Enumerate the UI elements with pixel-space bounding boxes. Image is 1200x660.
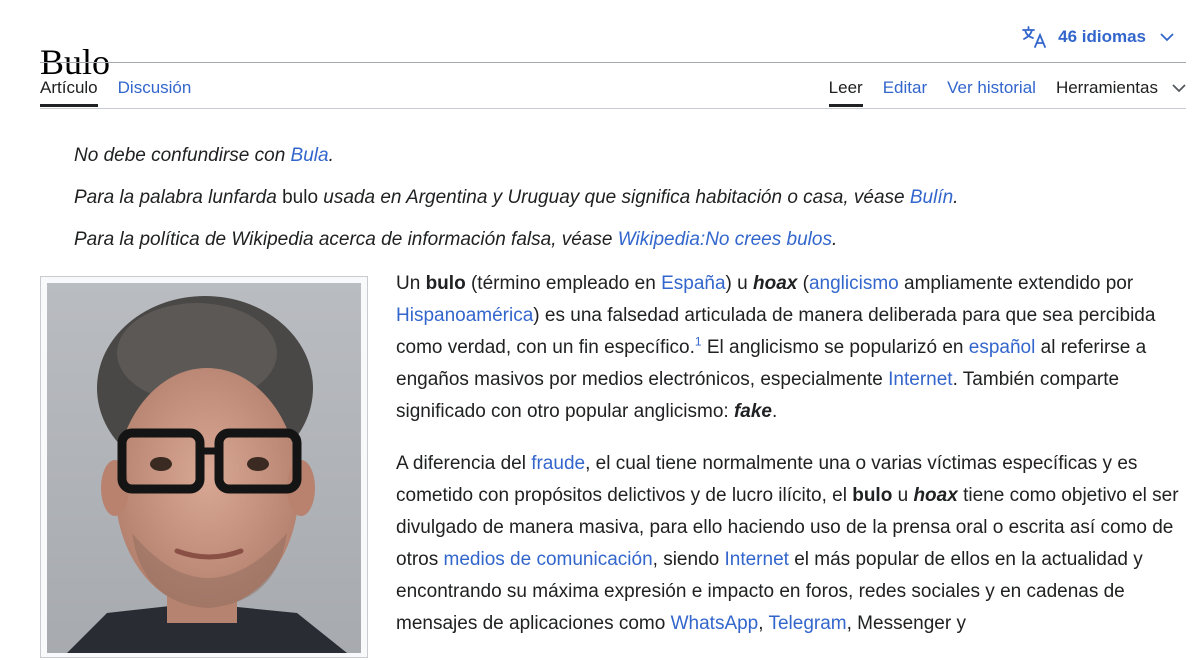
link-espana[interactable]: España	[661, 273, 725, 294]
tab-edit[interactable]: Editar	[883, 76, 927, 107]
article-body: Un bulo (término empleado en España) u h…	[396, 268, 1186, 660]
paragraph-difference: A diferencia del fraude, el cual tiene n…	[396, 453, 1179, 634]
portrait-photo[interactable]	[47, 283, 361, 653]
tab-history[interactable]: Ver historial	[947, 76, 1036, 107]
tools-menu[interactable]: Herramientas	[1056, 76, 1186, 107]
link-internet-2[interactable]: Internet	[724, 549, 788, 570]
link-telegram[interactable]: Telegram	[768, 613, 846, 634]
tabs-divider	[40, 108, 1186, 109]
link-hispanoamerica[interactable]: Hispanoamérica	[396, 305, 533, 326]
link-bula[interactable]: Bula	[291, 145, 329, 166]
tab-read[interactable]: Leer	[828, 76, 863, 107]
link-no-crees-bulos[interactable]: Wikipedia:No crees bulos	[618, 229, 832, 250]
title-divider	[40, 62, 1186, 63]
tools-label: Herramientas	[1055, 78, 1158, 97]
chevron-down-icon	[1160, 32, 1174, 41]
infobox-image-frame	[40, 276, 368, 658]
language-selector-button[interactable]: 46 idiomas	[1022, 26, 1186, 48]
hatnote-bula: No debe confundirse con Bula.	[74, 145, 334, 166]
link-whatsapp[interactable]: WhatsApp	[671, 613, 759, 634]
view-tabs: Leer Editar Ver historial Herramientas	[809, 76, 1186, 107]
translate-icon	[1022, 26, 1047, 48]
namespace-tabs: Artículo Discusión	[40, 76, 211, 107]
link-bulin[interactable]: Bulín	[910, 187, 953, 208]
tab-article[interactable]: Artículo	[40, 76, 98, 107]
reference-1[interactable]: 1	[695, 335, 702, 349]
languages-label: 46 idiomas	[1058, 27, 1146, 46]
link-espanol[interactable]: español	[969, 337, 1036, 358]
link-fraude[interactable]: fraude	[531, 453, 585, 474]
link-internet[interactable]: Internet	[888, 369, 952, 390]
hatnotes: No debe confundirse con Bula. Para la pa…	[74, 144, 1184, 270]
hatnote-bulin: Para la palabra lunfarda bulo usada en A…	[74, 187, 959, 208]
paragraph-intro: Un bulo (término empleado en España) u h…	[396, 273, 1156, 422]
tab-discussion[interactable]: Discusión	[118, 76, 192, 107]
link-medios-de-comunicacion[interactable]: medios de comunicación	[444, 549, 653, 570]
link-anglicismo[interactable]: anglicismo	[809, 273, 899, 294]
hatnote-policy: Para la política de Wikipedia acerca de …	[74, 229, 838, 250]
chevron-down-icon	[1172, 83, 1186, 92]
